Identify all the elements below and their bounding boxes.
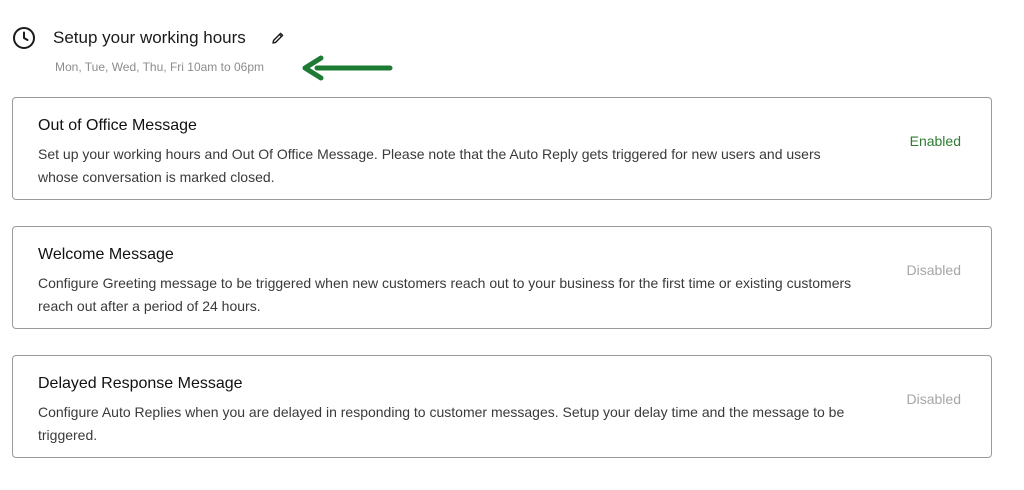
clock-icon bbox=[12, 26, 36, 50]
auto-reply-settings-page: Setup your working hours Mon, Tue, Wed, … bbox=[0, 0, 1024, 490]
delayed-response-card[interactable]: Delayed Response Message Configure Auto … bbox=[12, 355, 992, 458]
card-description: Configure Greeting message to be trigger… bbox=[38, 275, 852, 314]
card-description: Set up your working hours and Out Of Off… bbox=[38, 146, 821, 185]
status-label: Enabled bbox=[909, 133, 961, 149]
annotation-arrow bbox=[302, 55, 393, 81]
working-hours-title: Setup your working hours bbox=[53, 28, 246, 47]
out-of-office-card[interactable]: Out of Office Message Set up your workin… bbox=[12, 97, 992, 200]
status-label: Disabled bbox=[906, 391, 961, 407]
card-title: Welcome Message bbox=[38, 246, 174, 263]
card-description: Configure Auto Replies when you are dela… bbox=[38, 404, 845, 443]
card-title: Delayed Response Message bbox=[38, 375, 243, 392]
status-label: Disabled bbox=[906, 262, 961, 278]
card-title: Out of Office Message bbox=[38, 117, 197, 134]
working-hours-schedule: Mon, Tue, Wed, Thu, Fri 10am to 06pm bbox=[55, 60, 264, 74]
pencil-icon[interactable] bbox=[271, 31, 285, 45]
welcome-message-card[interactable]: Welcome Message Configure Greeting messa… bbox=[12, 226, 992, 329]
